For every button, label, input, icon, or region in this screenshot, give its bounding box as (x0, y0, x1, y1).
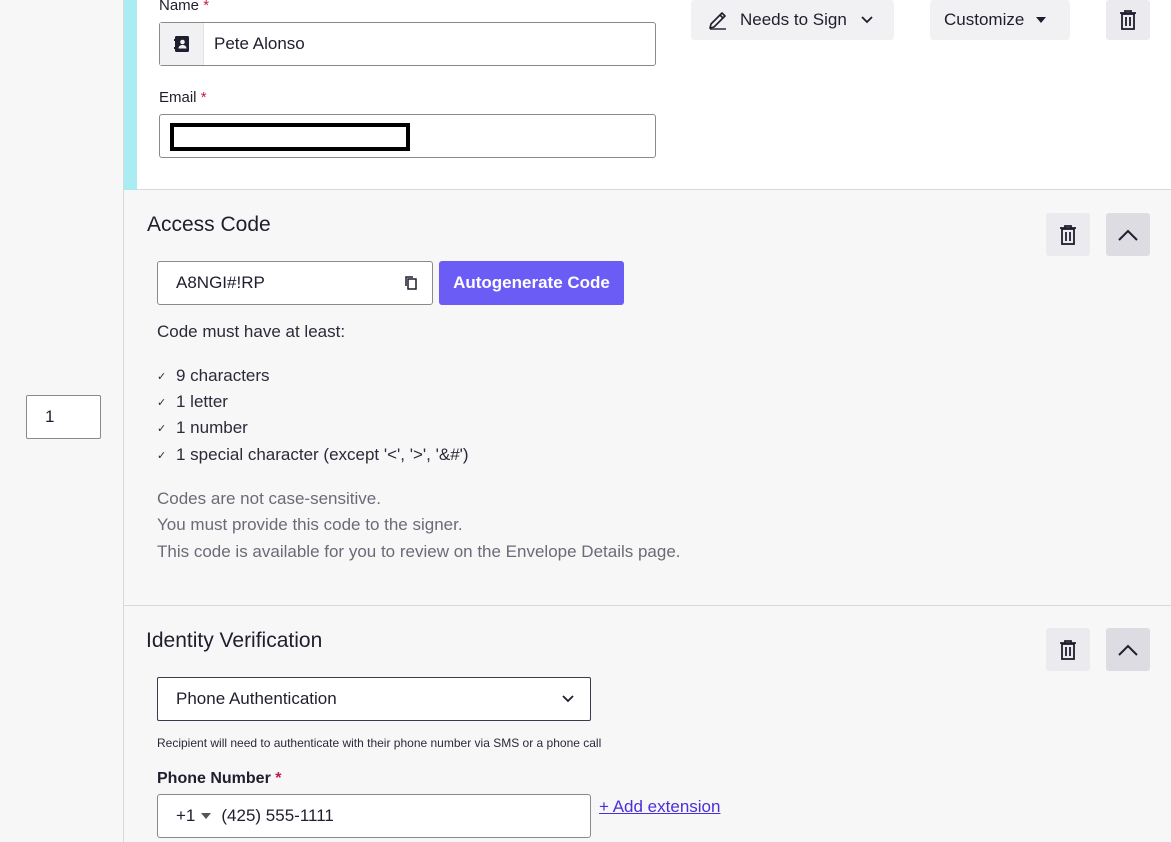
identity-verification-title: Identity Verification (146, 629, 323, 652)
caret-down-icon (1036, 17, 1047, 23)
phone-number-field[interactable]: +1 (425) 555-1111 (157, 794, 591, 838)
email-field[interactable] (159, 114, 656, 158)
check-icon: ✓ (157, 449, 167, 462)
code-rule-item: ✓ 1 special character (except '<', '>', '… (157, 445, 469, 464)
chevron-down-icon (861, 16, 873, 24)
contacts-button[interactable] (160, 23, 204, 65)
check-icon: ✓ (157, 422, 167, 435)
delete-recipient-button[interactable] (1106, 0, 1150, 40)
delete-access-code-button[interactable] (1046, 213, 1090, 256)
copy-icon[interactable] (404, 275, 418, 291)
identity-method-value: Phone Authentication (176, 689, 337, 708)
name-value: Pete Alonso (214, 34, 305, 53)
code-note: This code is available for you to review… (157, 542, 681, 561)
customize-dropdown[interactable]: Customize (930, 0, 1070, 40)
name-field[interactable]: Pete Alonso (159, 22, 656, 66)
caret-down-icon (201, 813, 212, 819)
pen-icon (709, 12, 726, 30)
check-icon: ✓ (157, 370, 167, 383)
customize-label: Customize (944, 10, 1025, 29)
identity-method-help: Recipient will need to authenticate with… (157, 736, 602, 750)
chevron-up-icon (1118, 229, 1138, 241)
delete-identity-button[interactable] (1046, 628, 1090, 671)
autogenerate-code-button[interactable]: Autogenerate Code (439, 261, 624, 305)
name-label: Name * (159, 0, 210, 14)
code-rule-item: ✓ 1 letter (157, 392, 228, 411)
access-code-title: Access Code (147, 213, 271, 236)
section-divider (124, 605, 1171, 606)
code-note: You must provide this code to the signer… (157, 515, 463, 534)
phone-number-label: Phone Number * (157, 770, 282, 787)
check-icon: ✓ (157, 396, 167, 409)
recipient-action-dropdown[interactable]: Needs to Sign (691, 0, 894, 40)
identity-method-select[interactable]: Phone Authentication (157, 677, 591, 721)
trash-icon (1120, 10, 1136, 30)
access-code-input[interactable]: A8NGI#!RP (157, 261, 433, 305)
phone-number-value: (425) 555-1111 (221, 806, 334, 825)
email-label: Email * (159, 89, 207, 106)
collapse-access-code-button[interactable] (1106, 213, 1150, 256)
access-code-value: A8NGI#!RP (176, 273, 265, 292)
redacted-email-block (170, 123, 410, 151)
collapse-identity-button[interactable] (1106, 628, 1150, 671)
code-rule-item: ✓ 1 number (157, 418, 248, 437)
code-note: Codes are not case-sensitive. (157, 489, 381, 508)
add-extension-link[interactable]: + Add extension (599, 797, 720, 817)
trash-icon (1060, 224, 1076, 245)
routing-order-input[interactable]: 1 (26, 395, 101, 439)
chevron-up-icon (1118, 644, 1138, 656)
code-rule-item: ✓ 9 characters (157, 366, 270, 385)
chevron-down-icon (562, 695, 574, 703)
recipient-action-label: Needs to Sign (740, 10, 847, 29)
recipient-color-bar (124, 0, 137, 190)
contact-book-icon (173, 36, 189, 52)
code-rules-intro: Code must have at least: (157, 322, 346, 341)
country-code-select[interactable]: +1 (176, 806, 221, 826)
trash-icon (1060, 639, 1076, 660)
